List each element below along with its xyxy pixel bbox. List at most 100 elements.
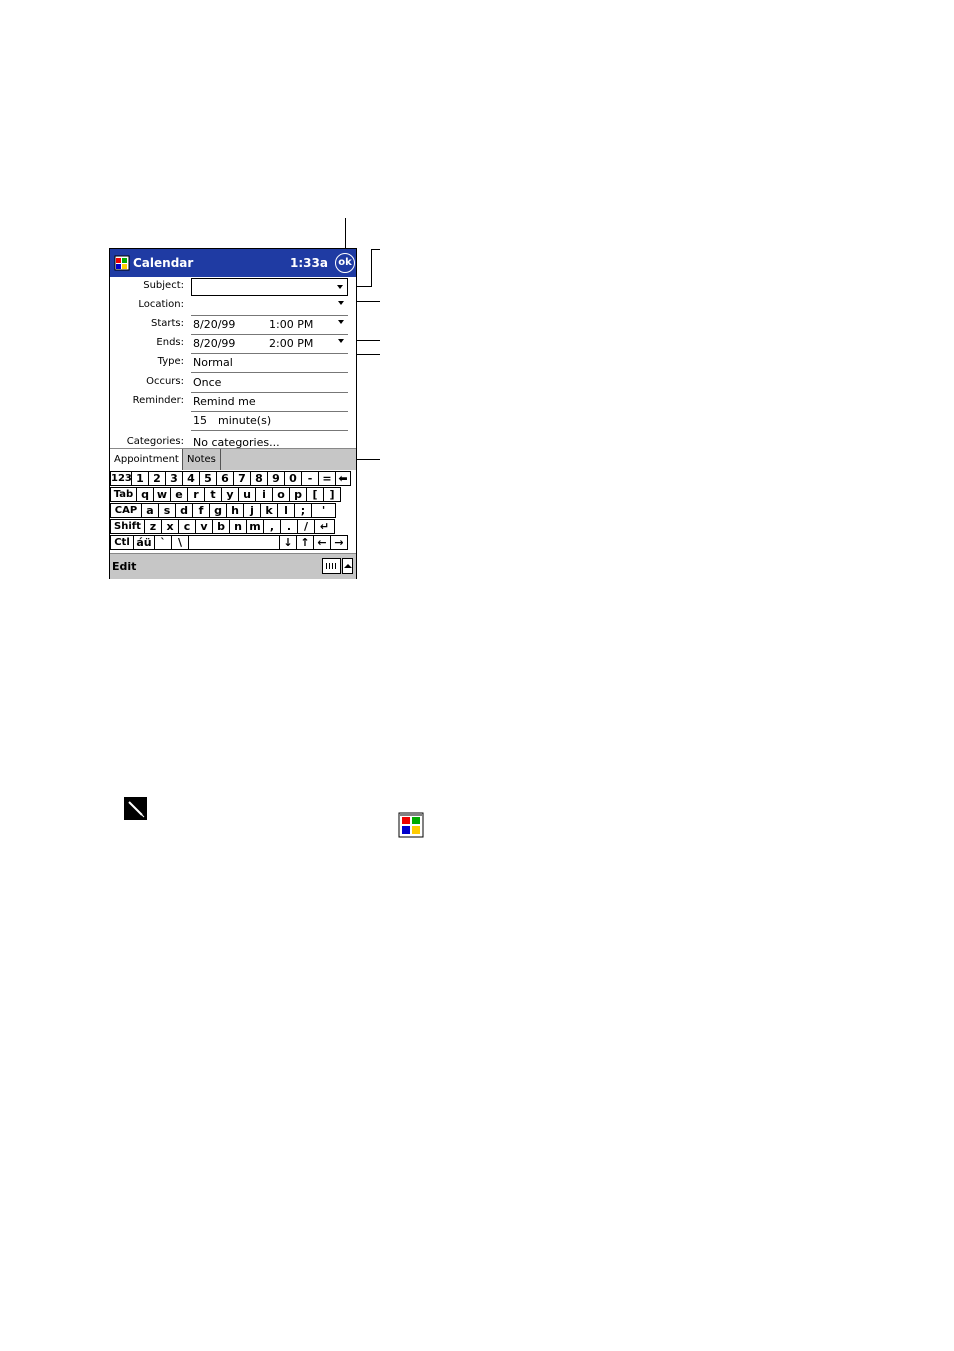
type-field[interactable]: Normal bbox=[191, 353, 348, 373]
keyboard-key[interactable]: , bbox=[263, 519, 281, 534]
keyboard-key[interactable]: c bbox=[178, 519, 196, 534]
soft-keyboard: 123 1 2 3 4 5 6 7 8 9 0- = ⬅ Tab q w e r t y u i o p[] CAP a s d f… bbox=[110, 471, 356, 553]
keyboard-key[interactable]: 123 bbox=[110, 471, 132, 486]
keyboard-key[interactable]: ; bbox=[294, 503, 312, 518]
ends-date[interactable]: 8/20/99 bbox=[193, 334, 235, 353]
keyboard-key[interactable]: a bbox=[141, 503, 159, 518]
keyboard-key[interactable]: CAP bbox=[110, 503, 142, 518]
keyboard-key[interactable]: k bbox=[260, 503, 278, 518]
occurs-label: Occurs: bbox=[146, 376, 184, 387]
keyboard-key[interactable]: Shift bbox=[110, 519, 145, 534]
keyboard-key[interactable]: d bbox=[175, 503, 193, 518]
keyboard-key[interactable]: w bbox=[153, 487, 171, 502]
keyboard-key[interactable]: o bbox=[272, 487, 290, 502]
keyboard-key[interactable]: - bbox=[301, 471, 319, 486]
callout-line-ok bbox=[345, 218, 346, 251]
reminder-field[interactable]: Remind me bbox=[191, 392, 348, 412]
keyboard-key[interactable]: b bbox=[212, 519, 230, 534]
keyboard-key[interactable]: h bbox=[226, 503, 244, 518]
subject-field[interactable] bbox=[191, 278, 348, 296]
keyboard-key[interactable]: 2 bbox=[148, 471, 166, 486]
keyboard-key[interactable]: 6 bbox=[216, 471, 234, 486]
keyboard-key[interactable]: j bbox=[243, 503, 261, 518]
subject-row: Subject: bbox=[110, 277, 356, 296]
keyboard-key[interactable]: ↵ bbox=[314, 519, 335, 534]
keyboard-key[interactable]: Ctl bbox=[110, 535, 134, 550]
reminder-unit[interactable]: minute(s) bbox=[218, 411, 271, 430]
reminder-time-field[interactable]: 15 minute(s) bbox=[191, 411, 348, 431]
keyboard-key-space[interactable] bbox=[188, 535, 280, 550]
starts-dropdown-icon[interactable] bbox=[338, 320, 344, 324]
keyboard-key[interactable]: ↑ bbox=[296, 535, 314, 550]
keyboard-key[interactable]: 1 bbox=[131, 471, 149, 486]
starts-field[interactable]: 8/20/99 1:00 PM bbox=[191, 315, 348, 335]
keyboard-row-5: Ctl áü ` \ ↓ ↑ ← → bbox=[110, 535, 356, 551]
keyboard-key[interactable]: ⬅ bbox=[335, 471, 351, 486]
clock[interactable]: 1:33a bbox=[290, 256, 328, 270]
keyboard-key[interactable]: u bbox=[238, 487, 256, 502]
keyboard-key[interactable]: 3 bbox=[165, 471, 183, 486]
keyboard-key[interactable]: 4 bbox=[182, 471, 200, 486]
ends-row: Ends: 8/20/99 2:00 PM bbox=[110, 334, 356, 354]
keyboard-key[interactable]: ` bbox=[154, 535, 172, 550]
keyboard-key[interactable]: 7 bbox=[233, 471, 251, 486]
keyboard-key[interactable]: ' bbox=[311, 503, 336, 518]
keyboard-key[interactable]: i bbox=[255, 487, 273, 502]
ends-time[interactable]: 2:00 PM bbox=[269, 334, 313, 353]
categories-field[interactable]: No categories... bbox=[191, 433, 348, 448]
keyboard-key[interactable]: x bbox=[161, 519, 179, 534]
keyboard-key[interactable]: v bbox=[195, 519, 213, 534]
keyboard-key[interactable]: e bbox=[170, 487, 188, 502]
tab-notes[interactable]: Notes bbox=[183, 449, 221, 470]
keyboard-row-3: CAP a s d f g h j k l; ' bbox=[110, 503, 356, 519]
keyboard-key[interactable]: s bbox=[158, 503, 176, 518]
subject-dropdown-icon[interactable] bbox=[337, 285, 343, 289]
ends-field[interactable]: 8/20/99 2:00 PM bbox=[191, 334, 348, 354]
location-row: Location: bbox=[110, 296, 356, 316]
keyboard-key[interactable]: 9 bbox=[267, 471, 285, 486]
keyboard-key[interactable]: n bbox=[229, 519, 247, 534]
occurs-row: Occurs: Once bbox=[110, 373, 356, 393]
ends-dropdown-icon[interactable] bbox=[338, 339, 344, 343]
keyboard-key[interactable]: t bbox=[204, 487, 222, 502]
starts-date[interactable]: 8/20/99 bbox=[193, 315, 235, 334]
starts-time[interactable]: 1:00 PM bbox=[269, 315, 313, 334]
calendar-flag-icon[interactable] bbox=[114, 255, 130, 271]
starts-label: Starts: bbox=[150, 318, 184, 329]
location-dropdown-icon[interactable] bbox=[338, 301, 344, 305]
reminder-amount[interactable]: 15 bbox=[193, 411, 207, 430]
keyboard-key[interactable]: \ bbox=[171, 535, 189, 550]
categories-value: No categories... bbox=[193, 436, 280, 448]
keyboard-key[interactable]: [ bbox=[306, 487, 324, 502]
keyboard-key[interactable]: 0 bbox=[284, 471, 302, 486]
keyboard-key[interactable]: g bbox=[209, 503, 227, 518]
ok-button[interactable]: ok bbox=[335, 253, 355, 273]
keyboard-key[interactable]: 5 bbox=[199, 471, 217, 486]
keyboard-icon[interactable] bbox=[322, 558, 341, 574]
reminder-label: Reminder: bbox=[132, 395, 184, 406]
location-field[interactable] bbox=[191, 296, 348, 316]
keyboard-key[interactable]: l bbox=[277, 503, 295, 518]
keyboard-key[interactable]: ] bbox=[323, 487, 341, 502]
keyboard-key[interactable]: ← bbox=[313, 535, 331, 550]
keyboard-key[interactable]: → bbox=[330, 535, 348, 550]
keyboard-key[interactable]: 8 bbox=[250, 471, 268, 486]
keyboard-key[interactable]: . bbox=[280, 519, 298, 534]
edit-menu[interactable]: Edit bbox=[112, 560, 136, 573]
keyboard-key[interactable]: z bbox=[144, 519, 162, 534]
keyboard-key[interactable]: = bbox=[318, 471, 336, 486]
keyboard-key[interactable]: áü bbox=[133, 535, 155, 550]
keyboard-key[interactable]: Tab bbox=[110, 487, 137, 502]
keyboard-key[interactable]: f bbox=[192, 503, 210, 518]
tab-appointment[interactable]: Appointment bbox=[110, 449, 183, 470]
keyboard-key[interactable]: / bbox=[297, 519, 315, 534]
keyboard-key[interactable]: r bbox=[187, 487, 205, 502]
keyboard-key[interactable]: y bbox=[221, 487, 239, 502]
occurs-field[interactable]: Once bbox=[191, 373, 348, 393]
keyboard-key[interactable]: m bbox=[246, 519, 264, 534]
input-selector-arrow-icon[interactable] bbox=[342, 558, 353, 574]
keyboard-key[interactable]: p bbox=[289, 487, 307, 502]
callout-line-subject-v bbox=[371, 249, 372, 287]
keyboard-key[interactable]: q bbox=[136, 487, 154, 502]
keyboard-key[interactable]: ↓ bbox=[279, 535, 297, 550]
